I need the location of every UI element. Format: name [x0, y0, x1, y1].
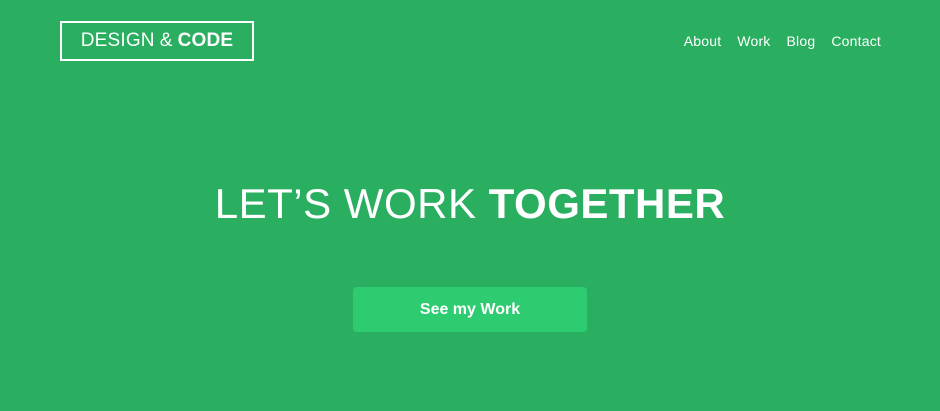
- hero-title-bold: TOGETHER: [488, 180, 726, 227]
- nav-item-about[interactable]: About: [684, 33, 722, 49]
- logo-text-ampersand: &: [159, 30, 173, 51]
- hero-page: DESIGN & CODE About Work Blog Contact LE…: [0, 0, 940, 411]
- nav-item-contact[interactable]: Contact: [831, 33, 881, 49]
- nav-item-work[interactable]: Work: [737, 33, 770, 49]
- site-logo[interactable]: DESIGN & CODE: [60, 21, 254, 61]
- logo-text-design: DESIGN: [80, 30, 155, 51]
- nav-item-blog[interactable]: Blog: [787, 33, 816, 49]
- hero-title: LET’S WORK TOGETHER: [0, 180, 940, 228]
- logo-text-code: CODE: [177, 30, 234, 51]
- hero-title-light: LET’S WORK: [214, 180, 477, 227]
- see-my-work-button[interactable]: See my Work: [353, 287, 587, 332]
- main-nav: About Work Blog Contact: [684, 33, 881, 49]
